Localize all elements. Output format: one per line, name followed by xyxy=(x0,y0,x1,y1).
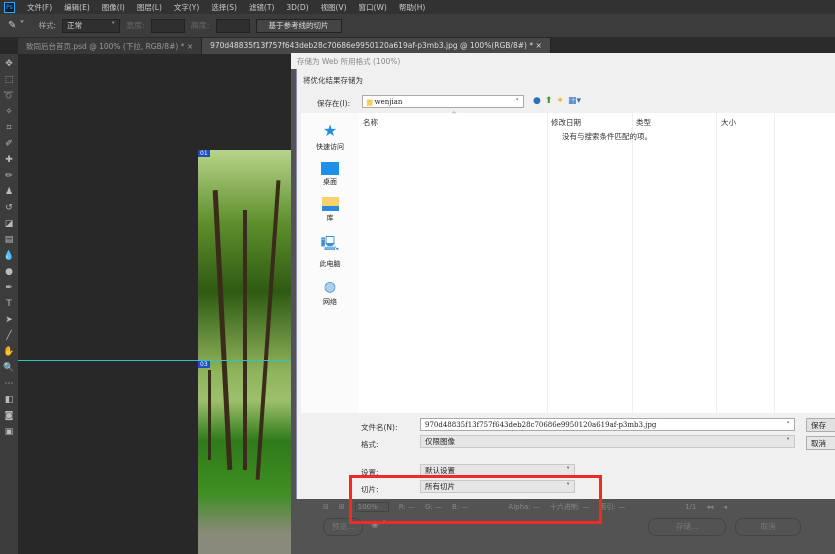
save-button[interactable]: 保存 xyxy=(806,418,835,432)
dialog-title: 存储为 Web 所用格式 (100%) xyxy=(291,53,835,69)
file-list[interactable]: 名称 ^ 修改日期 类型 大小 没有与搜索条件匹配的项。 xyxy=(359,111,835,413)
guide-line[interactable] xyxy=(18,360,298,361)
height-label: 高度: xyxy=(190,21,210,30)
style-select[interactable]: 正常 ˅ xyxy=(62,18,121,33)
brush-tool-icon[interactable]: ✏ xyxy=(5,170,13,183)
line-tool-icon[interactable]: ╱ xyxy=(6,330,11,343)
cancel-button[interactable]: 取消 xyxy=(806,436,835,450)
network-icon: ◍ xyxy=(323,279,337,295)
filename-label: 文件名(N): xyxy=(361,423,398,432)
menu-bar: Ps 文件(F) 编辑(E) 图像(I) 图层(L) 文字(Y) 选择(S) 滤… xyxy=(0,0,835,14)
slice-label[interactable]: 01 xyxy=(198,150,210,157)
new-folder-icon[interactable]: ✦ xyxy=(556,96,564,106)
height-input[interactable] xyxy=(215,18,250,33)
filename-input[interactable]: 970d48835f13f757f643deb28c70686e9950120a… xyxy=(420,418,795,431)
path-select-icon[interactable]: ➤ xyxy=(5,314,13,327)
menu-edit[interactable]: 编辑(E) xyxy=(64,2,90,13)
menu-window[interactable]: 窗口(W) xyxy=(359,2,387,13)
menu-select[interactable]: 选择(S) xyxy=(211,2,237,13)
more-tools-icon[interactable]: ⋯ xyxy=(5,378,14,391)
hand-tool-icon[interactable]: ✋ xyxy=(3,346,14,359)
close-icon[interactable]: × xyxy=(187,42,193,51)
slice-tool-icon[interactable]: ✎ ˅ xyxy=(8,20,25,31)
magic-wand-icon[interactable]: ✧ xyxy=(5,106,13,119)
prev-frame-icon[interactable]: ◂ xyxy=(723,503,727,511)
format-label: 格式: xyxy=(361,440,379,449)
save-dialog-button[interactable]: 存储... xyxy=(648,518,726,536)
menu-file[interactable]: 文件(F) xyxy=(27,2,52,13)
dodge-tool-icon[interactable]: ● xyxy=(5,266,13,279)
places-bar: ★ 快速访问 桌面 库 🖳 此电脑 ◍ 网络 xyxy=(301,113,359,413)
healing-brush-icon[interactable]: ✚ xyxy=(5,154,13,167)
computer-icon: 🖳 xyxy=(320,236,340,252)
style-label: 样式: xyxy=(38,21,57,30)
place-quick-access[interactable]: ★ 快速访问 xyxy=(316,121,344,152)
width-input[interactable] xyxy=(150,18,185,33)
folder-icon: ▆ xyxy=(367,97,373,106)
star-icon: ★ xyxy=(322,121,338,140)
menu-help[interactable]: 帮助(H) xyxy=(399,2,426,13)
eyedropper-icon[interactable]: ✐ xyxy=(5,138,13,151)
column-modified[interactable]: 修改日期 xyxy=(551,117,581,128)
index-value: 索引: — xyxy=(599,503,626,511)
color-swatches-icon[interactable]: ◧ xyxy=(5,394,14,407)
save-in-label: 保存在(I): xyxy=(317,99,351,108)
slices-from-guides-button[interactable]: 基于参考线的切片 xyxy=(255,18,342,33)
photoshop-logo: Ps xyxy=(4,1,15,13)
tab-jpg[interactable]: 970d48835f13f757f643deb28c70686e9950120a… xyxy=(202,38,551,54)
menu-type[interactable]: 文字(Y) xyxy=(174,2,199,13)
page-indicator: 1/1 xyxy=(685,503,697,511)
zoom-tool-icon[interactable]: 🔍 xyxy=(3,362,14,375)
desktop-icon xyxy=(321,162,339,175)
width-label: 宽度: xyxy=(126,21,145,30)
lasso-tool-icon[interactable]: ➰ xyxy=(3,90,14,103)
column-size[interactable]: 大小 xyxy=(721,117,736,128)
gradient-icon[interactable]: ▤ xyxy=(5,234,14,247)
options-bar: ✎ ˅ 样式: 正常 ˅ 宽度: 高度: 基于参考线的切片 xyxy=(0,14,835,38)
place-desktop[interactable]: 桌面 xyxy=(321,162,339,187)
crop-tool-icon[interactable]: ⌗ xyxy=(6,122,11,135)
menu-image[interactable]: 图像(I) xyxy=(102,2,125,13)
history-brush-icon[interactable]: ↺ xyxy=(5,202,13,215)
place-this-pc[interactable]: 🖳 此电脑 xyxy=(320,233,341,269)
menu-view[interactable]: 视图(V) xyxy=(321,2,347,13)
marquee-tool-icon[interactable]: ⬚ xyxy=(5,74,14,87)
format-select[interactable]: 仅限图像 ˅ xyxy=(420,435,795,448)
document-tabs: 致同后台首页.psd @ 100% (下拉, RGB/8#) * × 970d4… xyxy=(18,38,835,54)
zoom-out-icon[interactable]: ⊟ xyxy=(323,503,329,511)
screen-mode-icon[interactable]: ▣ xyxy=(5,426,14,439)
stamp-tool-icon[interactable]: ♟ xyxy=(5,186,13,199)
sort-icon: ^ xyxy=(451,111,457,119)
library-icon xyxy=(321,197,339,211)
save-in-select[interactable]: ▆ wenjian ˅ xyxy=(362,95,524,108)
tools-panel: ✥ ⬚ ➰ ✧ ⌗ ✐ ✚ ✏ ♟ ↺ ◪ ▤ 💧 ● ✒ T ➤ ╱ ✋ 🔍 … xyxy=(0,54,18,554)
tab-psd[interactable]: 致同后台首页.psd @ 100% (下拉, RGB/8#) * × xyxy=(18,38,203,54)
column-type[interactable]: 类型 xyxy=(636,117,651,128)
zoom-in-icon[interactable]: ⊞ xyxy=(339,503,345,511)
highlight-box xyxy=(349,475,602,524)
quick-mask-icon[interactable]: ◙ xyxy=(5,410,14,423)
eraser-icon[interactable]: ◪ xyxy=(5,218,14,231)
pen-tool-icon[interactable]: ✒ xyxy=(5,282,13,295)
menu-layer[interactable]: 图层(L) xyxy=(137,2,162,13)
blur-tool-icon[interactable]: 💧 xyxy=(3,250,14,263)
empty-message: 没有与搜索条件匹配的项。 xyxy=(562,132,652,141)
first-frame-icon[interactable]: ◂◂ xyxy=(706,503,713,511)
file-dialog-title: 将优化结果存储为 xyxy=(303,76,363,85)
canvas-image: 01 03 xyxy=(198,150,293,554)
cancel-dialog-button[interactable]: 取消 xyxy=(735,518,801,536)
place-library[interactable]: 库 xyxy=(321,197,339,223)
place-network[interactable]: ◍ 网络 xyxy=(323,279,337,307)
back-icon[interactable]: ● xyxy=(533,96,541,106)
file-save-dialog: 将优化结果存储为 保存在(I): ▆ wenjian ˅ ● ⬆ ✦ ▦▾ ★ 快速… xyxy=(296,69,835,499)
up-folder-icon[interactable]: ⬆ xyxy=(545,96,553,106)
menu-filter[interactable]: 滤镜(T) xyxy=(249,2,274,13)
view-menu-icon[interactable]: ▦▾ xyxy=(568,96,581,106)
type-tool-icon[interactable]: T xyxy=(6,298,12,311)
move-tool-icon[interactable]: ✥ xyxy=(5,58,13,71)
close-icon[interactable]: × xyxy=(535,41,541,50)
menu-3d[interactable]: 3D(D) xyxy=(286,3,308,12)
column-name[interactable]: 名称 xyxy=(363,117,378,128)
slice-label[interactable]: 03 xyxy=(198,361,210,368)
